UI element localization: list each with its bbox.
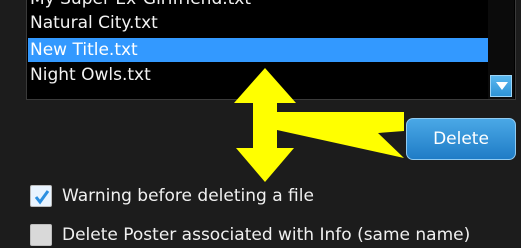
warning-option[interactable]: Warning before deleting a file	[30, 183, 314, 209]
settings-panel: My Super Ex-Girlfriend.txt Natural City.…	[0, 0, 521, 247]
delete-poster-checkbox[interactable]	[30, 224, 52, 246]
delete-button[interactable]: Delete	[406, 118, 516, 160]
delete-poster-label: Delete Poster associated with Info (same…	[62, 225, 471, 245]
delete-poster-option[interactable]: Delete Poster associated with Info (same…	[30, 222, 470, 248]
warning-label: Warning before deleting a file	[62, 186, 314, 206]
checkmark-icon	[34, 190, 50, 205]
warning-checkbox[interactable]	[30, 185, 52, 207]
